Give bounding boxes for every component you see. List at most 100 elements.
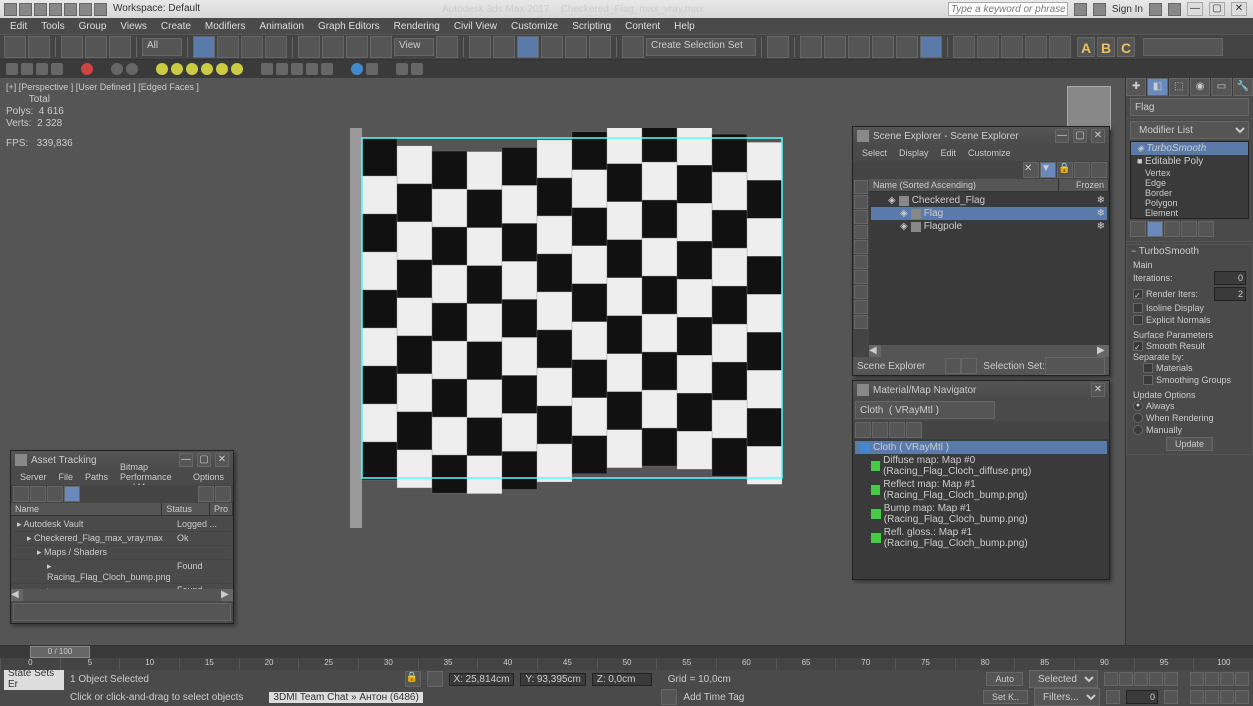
se-side-8[interactable] (854, 285, 868, 299)
toggle-ribbon-button[interactable] (848, 36, 870, 58)
key-target-dropdown[interactable]: Selected (1029, 670, 1098, 688)
frame-spinner[interactable] (1126, 690, 1158, 704)
sub-misc-2[interactable] (276, 63, 288, 75)
sub-misc-1[interactable] (261, 63, 273, 75)
menu-graph-editors[interactable]: Graph Editors (312, 21, 386, 32)
se-side-1[interactable] (854, 180, 868, 194)
se-item-checkered_flag[interactable]: ◈Checkered_Flag❄ (871, 194, 1107, 207)
se-menu-edit[interactable]: Edit (936, 148, 962, 158)
se-selset-dropdown[interactable] (1045, 357, 1105, 375)
matnav-item-3[interactable]: Bump map: Map #1 (Racing_Flag_Cloch_bump… (855, 502, 1107, 526)
star-icon[interactable] (1093, 3, 1106, 16)
align-button[interactable] (800, 36, 822, 58)
timeline[interactable]: 0 / 100 05101520253035404550556065707580… (0, 646, 1253, 670)
asset-tb-1[interactable] (13, 486, 29, 502)
viewport-label[interactable]: [+] [Perspective ] [User Defined ] [Edge… (6, 82, 199, 92)
se-side-9[interactable] (854, 300, 868, 314)
close-button[interactable]: ✕ (1231, 2, 1247, 16)
se-item-flag[interactable]: ◈Flag❄ (871, 207, 1107, 220)
matnav-current-field[interactable] (855, 401, 995, 419)
help-icon[interactable] (1168, 3, 1181, 16)
scale-button[interactable] (346, 36, 368, 58)
update-render-radio[interactable] (1133, 413, 1143, 423)
asset-tb-6[interactable] (215, 486, 231, 502)
asset-maximize[interactable]: ▢ (197, 453, 211, 467)
auto-key-button[interactable]: Auto (986, 672, 1023, 686)
render-button[interactable] (1001, 36, 1023, 58)
sub-light-3[interactable] (186, 63, 198, 75)
render-setup-button[interactable] (953, 36, 975, 58)
se-item-flagpole[interactable]: ◈Flagpole❄ (871, 220, 1107, 233)
sub-end-2[interactable] (411, 63, 423, 75)
sub-misc-3[interactable] (291, 63, 303, 75)
asset-tb-4[interactable] (64, 486, 80, 502)
menu-civil-view[interactable]: Civil View (448, 21, 503, 32)
asset-row-1[interactable]: ▸ Checkered_Flag_max_vray.maxOk (13, 532, 231, 546)
fov-button[interactable] (1190, 690, 1204, 704)
iterations-spinner[interactable] (1214, 271, 1246, 285)
make-unique-button[interactable] (1164, 221, 1180, 237)
sub-red-icon[interactable] (81, 63, 93, 75)
sub-light-6[interactable] (231, 63, 243, 75)
add-time-tag[interactable]: Add Time Tag (683, 692, 744, 703)
asset-row-0[interactable]: ▸ Autodesk VaultLogged ... (13, 518, 231, 532)
orbit-button[interactable] (1220, 690, 1234, 704)
layer-button[interactable] (824, 36, 846, 58)
update-manual-radio[interactable] (1133, 425, 1143, 435)
se-side-6[interactable] (854, 255, 868, 269)
next-frame-button[interactable] (1149, 672, 1163, 686)
se-side-10[interactable] (854, 315, 868, 329)
material-editor-button[interactable] (920, 36, 942, 58)
se-menu-display[interactable]: Display (894, 148, 934, 158)
se-scroll-right[interactable]: ▶ (1097, 345, 1109, 357)
maximize-button[interactable]: ▢ (1209, 2, 1225, 16)
sub-blue-2[interactable] (366, 63, 378, 75)
checkered-flag-mesh[interactable] (340, 128, 790, 528)
signin-link[interactable]: Sign In (1112, 4, 1143, 15)
matnav-view-3[interactable] (889, 422, 905, 438)
asset-tb-5[interactable] (198, 486, 214, 502)
redo-icon[interactable] (79, 3, 92, 16)
minimize-button[interactable]: — (1187, 2, 1203, 16)
sep-materials-checkbox[interactable] (1143, 363, 1153, 373)
zoom-extents-all-button[interactable] (1235, 672, 1249, 686)
time-tag-icon[interactable] (661, 689, 677, 705)
stack-border[interactable]: Border (1131, 188, 1248, 198)
keyboard-shortcut-button[interactable] (493, 36, 515, 58)
unlink-button[interactable] (85, 36, 107, 58)
max-viewport-button[interactable] (1235, 690, 1249, 704)
se-side-7[interactable] (854, 270, 868, 284)
new-icon[interactable] (19, 3, 32, 16)
asset-tb-3[interactable] (47, 486, 63, 502)
help-search-input[interactable] (948, 2, 1068, 16)
sep-sgroups-checkbox[interactable] (1143, 375, 1153, 385)
zoom-all-button[interactable] (1205, 672, 1219, 686)
workspace-icon[interactable] (94, 3, 107, 16)
sub-light-1[interactable] (156, 63, 168, 75)
update-button[interactable]: Update (1166, 437, 1213, 451)
sub-sphere-2[interactable] (126, 63, 138, 75)
undo-button[interactable] (4, 36, 26, 58)
axis-c[interactable]: C (1117, 37, 1135, 57)
asset-path-field[interactable] (13, 603, 231, 621)
lock-selection-button[interactable]: 🔒 (405, 671, 421, 687)
state-sets-label[interactable]: State Sets Er (4, 668, 64, 690)
menu-tools[interactable]: Tools (35, 21, 70, 32)
goto-start-button[interactable] (1104, 672, 1118, 686)
menu-animation[interactable]: Animation (253, 21, 309, 32)
asset-scroll-left[interactable]: ◀ (11, 589, 23, 601)
schematic-button[interactable] (896, 36, 918, 58)
sub-sphere-1[interactable] (111, 63, 123, 75)
motion-tab[interactable]: ◉ (1190, 78, 1210, 96)
info-icon[interactable] (1074, 3, 1087, 16)
sub-btn-1[interactable] (6, 63, 18, 75)
sub-btn-2[interactable] (21, 63, 33, 75)
menu-modifiers[interactable]: Modifiers (199, 21, 252, 32)
zoom-button[interactable] (1190, 672, 1204, 686)
matnav-view-4[interactable] (906, 422, 922, 438)
sub-blue-1[interactable] (351, 63, 363, 75)
selection-filter-dropdown[interactable]: All (142, 38, 182, 56)
select-name-button[interactable] (217, 36, 239, 58)
hierarchy-tab[interactable]: ⬚ (1169, 78, 1189, 96)
sub-misc-5[interactable] (321, 63, 333, 75)
